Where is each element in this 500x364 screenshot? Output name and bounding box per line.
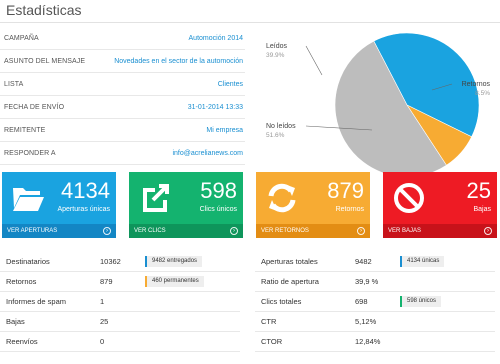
stat-value: 1 (100, 297, 105, 306)
campaign-info-list: CAMPAÑA Automoción 2014 ASUNTO DEL MENSA… (0, 27, 245, 165)
table-row: CTOR 12,84% (255, 332, 495, 352)
arrow-right-icon: › (357, 227, 365, 235)
unsubscribes-tile[interactable]: 25 Bajas VER BAJAS › (383, 172, 497, 238)
info-value-link[interactable]: info@acrelianews.com (172, 150, 243, 157)
stat-label: Clics totales (261, 297, 302, 306)
pie-label: No leídos (266, 123, 296, 130)
info-row-campaign: CAMPAÑA Automoción 2014 (0, 27, 245, 50)
delivery-stats-table: Destinatarios 10362 9482 entregados Reto… (0, 252, 240, 352)
table-row: Informes de spam 1 (0, 292, 240, 312)
stat-value: 25 (100, 317, 109, 326)
stat-value: 39,9 % (355, 277, 379, 286)
table-row: Bajas 25 (0, 312, 240, 332)
folder-icon (13, 188, 44, 211)
pie-value-label: 51.6% (266, 132, 285, 139)
stat-label: Aperturas totales (261, 257, 318, 266)
tile-label: Bajas (473, 206, 491, 213)
pie-leader-line (305, 45, 323, 76)
tile-link-label: VER BAJAS (388, 228, 422, 234)
tile-body: 598 Clics únicos (129, 172, 243, 224)
view-opens-link[interactable]: VER APERTURAS › (2, 224, 116, 238)
tile-number: 879 (327, 178, 364, 203)
info-label: ASUNTO DEL MENSAJE (4, 57, 86, 65)
info-row-sender: REMITENTE Mi empresa (0, 119, 245, 142)
pie-value-label: 8.5% (475, 90, 490, 97)
tile-label: Retornos (335, 206, 364, 213)
stat-label: Retornos (6, 277, 37, 286)
info-value-link[interactable]: 31-01-2014 13:33 (188, 104, 243, 111)
clicks-tile[interactable]: 598 Clics únicos VER CLICS › (129, 172, 243, 238)
tile-label: Aperturas únicas (57, 206, 110, 213)
info-label: LISTA (4, 80, 24, 88)
tile-number: 25 (466, 178, 491, 203)
pie-label: Leídos (266, 43, 288, 50)
opens-pie-chart: Leídos 39.9% Retornos 8.5% No leídos 51.6% (266, 32, 491, 178)
arrow-right-icon: › (484, 227, 492, 235)
stat-label: Destinatarios (6, 257, 50, 266)
stat-label: Ratio de apertura (261, 277, 319, 286)
info-value-link[interactable]: Mi empresa (206, 127, 243, 134)
pie-value-label: 39.9% (266, 52, 285, 59)
tile-link-label: VER CLICS (134, 228, 166, 234)
info-row-reply-to: RESPONDER A info@acrelianews.com (0, 142, 245, 165)
page-title: Estadísticas (6, 2, 82, 18)
table-row: Aperturas totales 9482 4134 únicas (255, 252, 495, 272)
info-value-link[interactable]: Clientes (218, 81, 243, 88)
view-bounces-link[interactable]: VER RETORNOS › (256, 224, 370, 238)
delivered-badge: 9482 entregados (145, 256, 203, 267)
permanent-bounces-badge: 460 permanentes (145, 276, 204, 287)
prohibited-icon (394, 183, 424, 213)
stat-value: 698 (355, 297, 368, 306)
table-row: Ratio de apertura 39,9 % (255, 272, 495, 292)
tile-number: 4134 (61, 178, 110, 203)
stat-value: 5,12% (355, 317, 377, 326)
tile-link-label: VER APERTURAS (7, 228, 58, 234)
arrow-right-icon: › (230, 227, 238, 235)
stat-label: CTOR (261, 337, 283, 346)
info-label: RESPONDER A (4, 149, 56, 157)
stat-label: Bajas (6, 317, 25, 326)
unique-opens-badge: 4134 únicas (400, 256, 445, 267)
bounces-tile[interactable]: 879 Retornos VER RETORNOS › (256, 172, 370, 238)
info-value-link[interactable]: Novedades en el sector de la automoción (114, 58, 243, 65)
stat-value: 12,84% (355, 337, 381, 346)
table-row: Clics totales 698 598 únicos (255, 292, 495, 312)
tile-body: 25 Bajas (383, 172, 497, 224)
table-row: Reenvíos 0 (0, 332, 240, 352)
arrow-right-icon: › (103, 227, 111, 235)
info-row-send-date: FECHA DE ENVÍO 31-01-2014 13:33 (0, 96, 245, 119)
tile-link-label: VER RETORNOS (261, 228, 309, 234)
table-row: CTR 5,12% (255, 312, 495, 332)
info-label: FECHA DE ENVÍO (4, 103, 65, 111)
pie-label: Retornos (462, 81, 491, 88)
stat-value: 9482 (355, 257, 372, 266)
info-value-link[interactable]: Automoción 2014 (189, 35, 243, 42)
stat-value: 879 (100, 277, 113, 286)
table-row: Retornos 879 460 permanentes (0, 272, 240, 292)
view-unsubscribes-link[interactable]: VER BAJAS › (383, 224, 497, 238)
stat-value: 0 (100, 337, 105, 346)
info-row-subject: ASUNTO DEL MENSAJE Novedades en el secto… (0, 50, 245, 73)
info-label: REMITENTE (4, 126, 46, 134)
table-row: Destinatarios 10362 9482 entregados (0, 252, 240, 272)
info-row-list: LISTA Clientes (0, 73, 245, 96)
view-clicks-link[interactable]: VER CLICS › (129, 224, 243, 238)
tile-number: 598 (200, 178, 237, 203)
info-label: CAMPAÑA (4, 34, 39, 42)
stat-tiles: 4134 Aperturas únicas VER APERTURAS › 59… (0, 172, 500, 238)
stat-label: Informes de spam (6, 297, 67, 306)
stat-label: CTR (261, 317, 277, 326)
engagement-stats-table: Aperturas totales 9482 4134 únicas Ratio… (255, 252, 495, 352)
title-divider (0, 22, 500, 23)
stat-label: Reenvíos (6, 337, 38, 346)
stat-value: 10362 (100, 257, 121, 266)
tile-label: Clics únicos (199, 206, 237, 213)
tile-body: 879 Retornos (256, 172, 370, 224)
unique-clicks-badge: 598 únicos (400, 296, 442, 307)
external-link-icon (143, 184, 169, 212)
tile-body: 4134 Aperturas únicas (2, 172, 116, 224)
opens-tile[interactable]: 4134 Aperturas únicas VER APERTURAS › (2, 172, 116, 238)
refresh-icon (268, 183, 296, 213)
